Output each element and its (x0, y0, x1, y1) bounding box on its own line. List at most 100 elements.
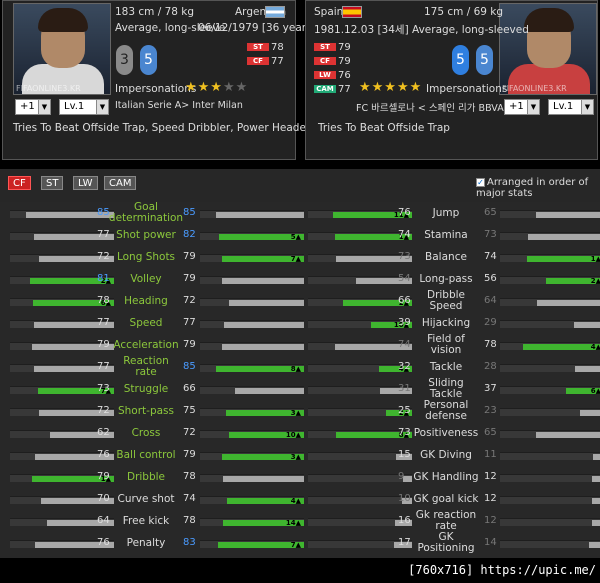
argentina-flag-icon (265, 6, 285, 18)
left-stat-bar (308, 540, 412, 548)
stat-row: 77 Speed 77 10▲ 39 Hijacking 29 (0, 312, 600, 334)
stat-label: Stamina (424, 228, 468, 241)
stat-row: 6▲ 78 Heading 72 2▲ 66 Dribble Speed 64 (0, 290, 600, 312)
right-stat-bar (500, 210, 600, 218)
arranged-by-major-stats-checkbox[interactable]: ✓ Arranged in order of major stats (476, 177, 596, 199)
stat-label: Jump (432, 206, 460, 219)
right-stat-bar (500, 496, 600, 504)
right-impersonations-label: Impersonations (426, 83, 508, 95)
right-stat-bar: 5▲ (200, 232, 304, 241)
right-stat-bar: 7▲ (200, 540, 304, 549)
right-stat-bar (200, 276, 304, 284)
right-stat-bar: 4▲ (500, 342, 600, 351)
right-stat-bar (500, 452, 600, 460)
right-stat-bar (200, 474, 304, 482)
stat-bar-fill (574, 322, 600, 328)
chevron-down-icon: ▼ (38, 100, 50, 114)
stats-comparison-table: 85 Goal determination 85 11▲ 76 Jump 65 77 Shot … (0, 202, 600, 558)
stat-label: Tackle (429, 360, 463, 373)
right-stat-bar (500, 430, 600, 438)
stat-row: 70 Curve shot 74 4▲ 10 GK goal kick 12 (0, 488, 600, 510)
strong-foot-icon: 5 (140, 45, 157, 75)
stat-label: Speed (129, 316, 163, 329)
right-stat-bar: 7▲ (200, 254, 304, 263)
left-star-rating: ★★★★★ (185, 80, 249, 95)
position-rating: 78 (271, 42, 284, 53)
position-rating: 79 (338, 56, 351, 67)
stat-bar-fill (592, 476, 600, 482)
weak-foot-icon: 3 (116, 45, 133, 75)
stat-label: GK Diving (420, 448, 472, 461)
stat-row: 76 Ball control 79 3▲ 15 GK Diving 11 (0, 444, 600, 466)
position-tab-bar: CF ST LW CAM ✓ Arranged in order of major… (0, 169, 600, 202)
left-stat-bar: 2▲ (308, 298, 412, 307)
stat-bar-fill (528, 234, 600, 240)
right-stat-bar: 3▲ (200, 408, 304, 417)
stat-label: Shot power (116, 228, 176, 241)
right-club: FC 바르셀로나 < 스페인 리가 BBVA (356, 103, 504, 114)
stat-bar-fill (589, 542, 600, 548)
right-stat-bar (200, 386, 304, 394)
right-stat-bar: 2▲ (500, 276, 600, 285)
right-stat-bar: 1▲ (500, 254, 600, 263)
stat-diff-label: 7▲ (290, 255, 301, 263)
left-stat-bar (308, 518, 412, 526)
right-player-photo: FIFAONLINE3.KR (499, 3, 597, 95)
right-stat-bar (500, 408, 600, 416)
stat-label: Sliding Tackle (428, 377, 464, 400)
stat-diff-label: 8▲ (290, 365, 301, 373)
stat-label: Long Shots (116, 250, 176, 263)
stat-bar-fill (523, 344, 600, 350)
left-traits: Tries To Beat Offside Trap, Speed Dribbl… (13, 122, 311, 134)
stat-label: Gk reaction rate (415, 509, 477, 532)
tab-cam[interactable]: CAM (104, 176, 137, 190)
stat-label: Dribble Speed (426, 289, 466, 312)
left-stat-bar (308, 386, 412, 394)
right-teamcolor-select[interactable]: +1 ▼ (504, 99, 540, 115)
position-badge: CF (314, 57, 336, 65)
right-birth: 1981.12.03 [34세] Average, long-sleeved (314, 24, 529, 36)
left-stat-bar (308, 276, 412, 284)
left-stat-bar: 11▲ (308, 210, 412, 219)
left-stat-bar: 8▲ (308, 430, 412, 439)
right-stat-bar (200, 210, 304, 218)
stat-diff-label: 7▲ (290, 541, 301, 549)
right-stat-bar (500, 474, 600, 482)
right-level-select[interactable]: Lv.1 ▼ (548, 99, 594, 115)
left-stat-bar (308, 474, 412, 482)
stat-label: GK Handling (413, 470, 479, 483)
tab-lw[interactable]: LW (73, 176, 98, 190)
right-stat-bar (500, 540, 600, 548)
left-stat-bar: 4▲ (308, 364, 412, 373)
tab-st[interactable]: ST (41, 176, 64, 190)
left-stat-bar (308, 496, 412, 504)
chevron-down-icon: ▼ (527, 100, 539, 114)
stat-bar-fill (536, 432, 600, 438)
stat-bar-fill (592, 498, 600, 504)
stat-label: GK Positioning (417, 531, 475, 554)
stat-diff-label: 6▲ (590, 387, 600, 395)
stat-row: 7▲ 73 Struggle 66 31 Sliding Tackle 37 6▲ (0, 378, 600, 400)
right-stat-bar: 6▲ (500, 386, 600, 395)
left-stat-bar: 2▲ (308, 408, 412, 417)
stat-diff-label: 3▲ (290, 453, 301, 461)
stat-label: Goal determination (108, 201, 184, 224)
stat-bar-fill (592, 520, 600, 526)
right-nation: Spain (314, 6, 344, 18)
stat-diff-label: 3▲ (290, 409, 301, 417)
position-badge: LW (314, 71, 336, 79)
stat-diff-label: 2▲ (590, 277, 600, 285)
stat-diff-label: 10▲ (285, 431, 301, 439)
stat-label: Free kick (122, 514, 170, 527)
left-level-select[interactable]: Lv.1 ▼ (59, 99, 109, 115)
right-stat-bar (200, 342, 304, 350)
position-badge: CF (247, 57, 269, 65)
left-teamcolor-select[interactable]: +1 ▼ (15, 99, 51, 115)
stat-label: Acceleration (113, 338, 179, 351)
stat-bar-fill (536, 212, 600, 218)
stat-bar-fill (527, 256, 600, 262)
right-height-weight: 175 cm / 69 kg (424, 6, 504, 18)
strong-foot-icon: 5 (476, 45, 493, 75)
tab-cf[interactable]: CF (8, 176, 31, 190)
right-stat-bar (500, 518, 600, 526)
